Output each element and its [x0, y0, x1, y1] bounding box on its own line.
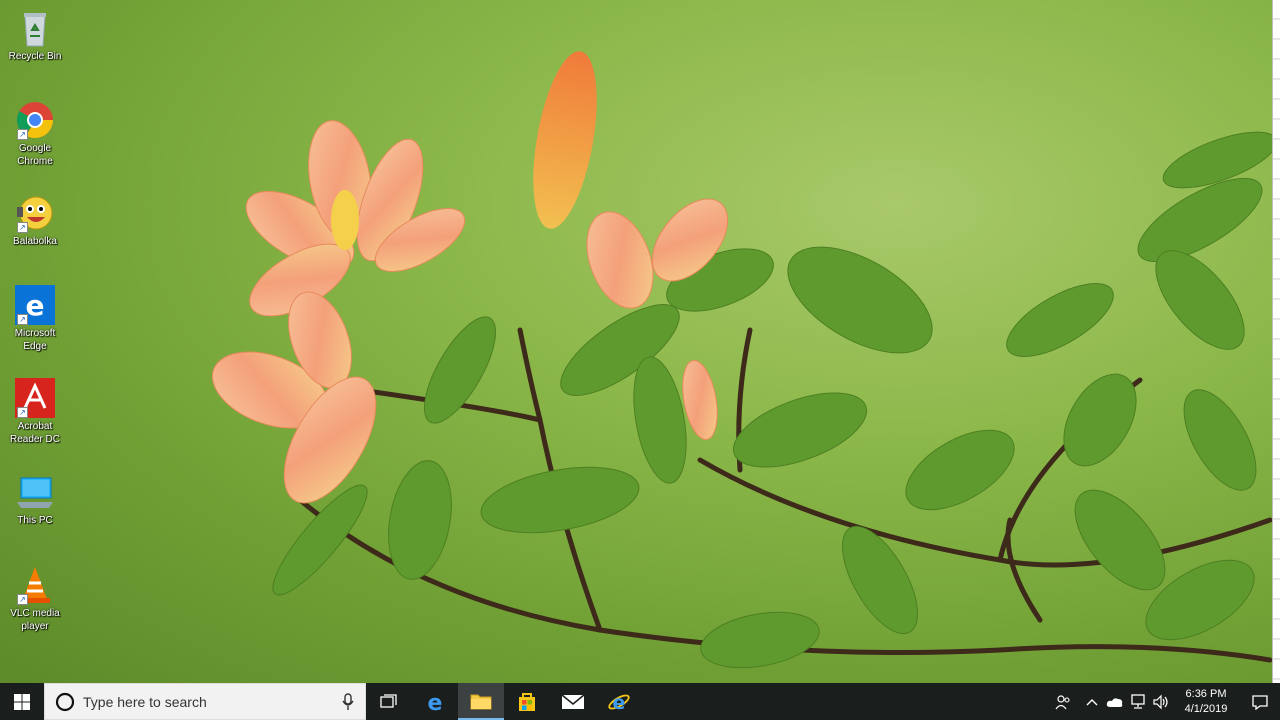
microphone-icon[interactable] — [341, 692, 355, 711]
svg-text:e: e — [613, 692, 626, 714]
onedrive-icon[interactable] — [1103, 683, 1126, 720]
desktop-icon-label: Balabolka — [13, 236, 57, 247]
search-box[interactable]: Type here to search — [44, 683, 366, 720]
desktop-icon-google-chrome[interactable]: ↗ Google Chrome — [4, 100, 66, 168]
internet-explorer-icon: e — [608, 692, 630, 714]
windows-logo-icon — [14, 693, 30, 710]
search-placeholder: Type here to search — [83, 693, 207, 710]
volume-icon[interactable] — [1149, 683, 1172, 720]
acrobat-reader-icon: ↗ — [15, 378, 55, 418]
desktop-icon-label: Microsoft Edge — [14, 328, 56, 352]
this-pc-icon — [15, 472, 55, 512]
desktop-icon-label: Google Chrome — [17, 143, 53, 167]
desktop-icon-acrobat-reader[interactable]: ↗ Acrobat Reader DC — [4, 378, 66, 446]
desktop-icon-label: VLC media player — [10, 608, 60, 632]
taskbar-edge-button[interactable]: e — [412, 683, 458, 720]
start-button[interactable] — [0, 683, 44, 720]
chrome-icon: ↗ — [15, 100, 55, 140]
recycle-bin-icon — [15, 8, 55, 48]
svg-text:e: e — [428, 691, 443, 713]
wallpaper-flowers — [211, 51, 1278, 669]
network-icon[interactable] — [1126, 683, 1149, 720]
taskbar-mail-button[interactable] — [550, 683, 596, 720]
system-tray: 6:36 PM 4/1/2019 — [1046, 683, 1280, 720]
shortcut-arrow-icon: ↗ — [17, 222, 28, 233]
mail-icon — [561, 693, 585, 709]
shortcut-arrow-icon: ↗ — [17, 129, 28, 140]
balabolka-icon: ↗ — [15, 193, 55, 233]
clock-time: 6:36 PM — [1185, 687, 1227, 700]
desktop-icon-label: Acrobat Reader DC — [9, 421, 61, 445]
store-icon — [519, 692, 535, 711]
chevron-up-icon[interactable] — [1080, 683, 1103, 720]
vlc-icon: ↗ — [15, 565, 55, 605]
desktop-icon-microsoft-edge[interactable]: e ↗ Microsoft Edge — [4, 285, 66, 353]
taskbar-store-button[interactable] — [504, 683, 550, 720]
shortcut-arrow-icon: ↗ — [17, 594, 28, 605]
task-view-icon — [380, 693, 397, 708]
desktop-icon-label: This PC — [17, 515, 53, 526]
edge-icon: e ↗ — [15, 285, 55, 325]
desktop-icon-balabolka[interactable]: ↗ Balabolka — [4, 193, 66, 248]
clock[interactable]: 6:36 PM 4/1/2019 — [1176, 687, 1236, 717]
desktop-icon-label: Recycle Bin — [8, 51, 62, 62]
desktop[interactable]: Recycle Bin ↗ Google Chrome ↗ Balabolka … — [0, 0, 1280, 683]
shortcut-arrow-icon: ↗ — [17, 407, 28, 418]
cortana-icon — [55, 692, 75, 711]
taskbar: Type here to search e e 6:36 PM 4/1/2019 — [0, 683, 1280, 720]
taskbar-internet-explorer-button[interactable]: e — [596, 683, 642, 720]
desktop-icon-this-pc[interactable]: This PC — [4, 472, 66, 527]
window-edge — [1272, 0, 1280, 683]
notification-icon — [1252, 694, 1268, 710]
desktop-icon-recycle-bin[interactable]: Recycle Bin — [4, 8, 66, 63]
people-icon[interactable] — [1046, 683, 1080, 720]
action-center-button[interactable] — [1240, 683, 1280, 720]
clock-date: 4/1/2019 — [1184, 702, 1228, 715]
shortcut-arrow-icon: ↗ — [17, 314, 28, 325]
edge-icon: e — [428, 691, 443, 713]
folder-icon — [470, 694, 492, 709]
svg-text:e: e — [26, 289, 45, 322]
desktop-icon-vlc[interactable]: ↗ VLC media player — [4, 565, 66, 633]
task-view-button[interactable] — [366, 683, 412, 720]
taskbar-file-explorer-button[interactable] — [458, 683, 504, 720]
